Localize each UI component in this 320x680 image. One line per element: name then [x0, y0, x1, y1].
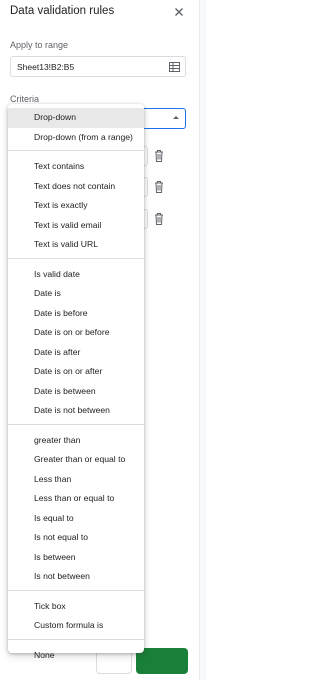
menu-item[interactable]: Text is valid email: [8, 216, 144, 236]
menu-item[interactable]: Is not between: [8, 567, 144, 587]
menu-item[interactable]: Is equal to: [8, 509, 144, 529]
menu-divider: [8, 257, 144, 259]
menu-divider: [8, 150, 144, 151]
menu-item[interactable]: Less than: [8, 470, 144, 490]
panel-title: Data validation rules: [10, 5, 115, 17]
menu-item[interactable]: Date is: [8, 284, 144, 304]
menu-item[interactable]: Tick box: [8, 597, 144, 617]
menu-divider: [8, 638, 144, 640]
menu-divider: [8, 423, 144, 425]
menu-item[interactable]: Less than or equal to: [8, 489, 144, 509]
menu-item[interactable]: Date is after: [8, 343, 144, 363]
range-value: Sheet13!B2:B5: [17, 62, 75, 72]
trash-icon[interactable]: [153, 180, 165, 194]
menu-item[interactable]: Date is on or after: [8, 362, 144, 382]
menu-item[interactable]: Custom formula is: [8, 616, 144, 636]
menu-item[interactable]: Text is valid URL: [8, 235, 144, 255]
menu-divider: [8, 589, 144, 591]
trash-icon[interactable]: [153, 149, 165, 163]
menu-item[interactable]: Date is between: [8, 382, 144, 402]
menu-item[interactable]: Is not equal to: [8, 528, 144, 548]
trash-icon[interactable]: [153, 212, 165, 226]
chevron-up-icon: [173, 116, 179, 119]
criteria-label: Criteria: [10, 94, 40, 104]
menu-item[interactable]: Drop-down (from a range): [8, 128, 144, 148]
criteria-dropdown-menu: Drop-down Drop-down (from a range) Text co…: [8, 104, 144, 660]
menu-item[interactable]: greater than: [8, 431, 144, 451]
menu-item[interactable]: Drop-down: [8, 108, 144, 128]
apply-to-range-label: Apply to range: [10, 40, 69, 50]
range-input[interactable]: Sheet13!B2:B5: [10, 56, 186, 77]
menu-item[interactable]: Date is not between: [8, 401, 144, 421]
grid-icon[interactable]: [169, 62, 180, 72]
menu-item[interactable]: Date is before: [8, 304, 144, 324]
menu-item[interactable]: Text does not contain: [8, 177, 144, 197]
menu-item[interactable]: Text contains: [8, 157, 144, 177]
menu-item[interactable]: Greater than or equal to: [8, 450, 144, 470]
close-icon[interactable]: [172, 5, 186, 19]
menu-item[interactable]: Date is on or before: [8, 323, 144, 343]
scrollbar[interactable]: [199, 0, 206, 680]
menu-item[interactable]: Text is exactly: [8, 196, 144, 216]
menu-item[interactable]: None: [8, 646, 144, 666]
menu-item[interactable]: Is valid date: [8, 265, 144, 285]
menu-item[interactable]: Is between: [8, 548, 144, 568]
